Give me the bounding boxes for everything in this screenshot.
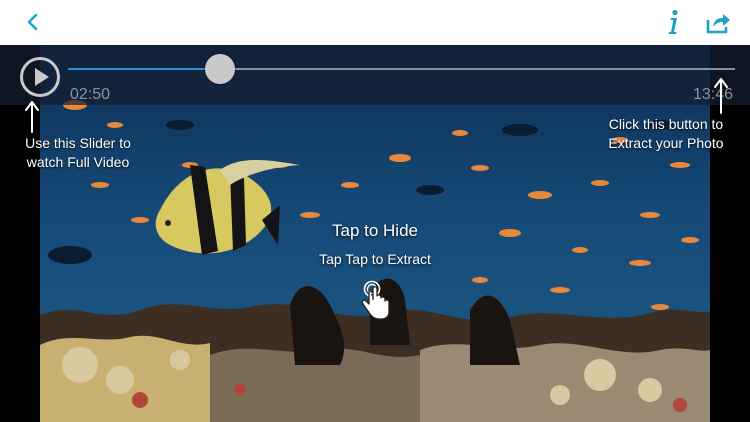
extract-tip: Click this button to Extract your Photo [608, 116, 724, 151]
play-button[interactable] [19, 56, 61, 98]
tap-tap-extract-label: Tap Tap to Extract [319, 251, 431, 267]
arrow-up-icon [25, 101, 39, 133]
share-button[interactable] [704, 8, 732, 36]
share-icon [706, 14, 730, 34]
tap-hint: Tap to Hide Tap Tap to Extract [240, 221, 510, 267]
back-button[interactable] [22, 10, 44, 34]
info-icon [668, 9, 678, 34]
video-slider-track[interactable] [68, 54, 735, 84]
chevron-left-icon [27, 13, 38, 31]
current-time: 02:50 [70, 86, 111, 103]
tap-hand-icon [361, 280, 390, 320]
video-slider-thumb[interactable] [205, 54, 236, 84]
video-stage[interactable]: 02:50 13:46 Use this Slider to watch Ful… [0, 45, 750, 422]
video-slider-progress [68, 68, 221, 70]
tap-to-hide-label: Tap to Hide [332, 221, 418, 240]
slider-tip: Use this Slider to watch Full Video [25, 135, 131, 170]
arrow-up-icon [714, 78, 728, 114]
play-icon [20, 57, 60, 97]
info-button[interactable] [663, 8, 683, 36]
player-controls: 02:50 13:46 [0, 45, 750, 105]
nav-bar [0, 0, 750, 45]
